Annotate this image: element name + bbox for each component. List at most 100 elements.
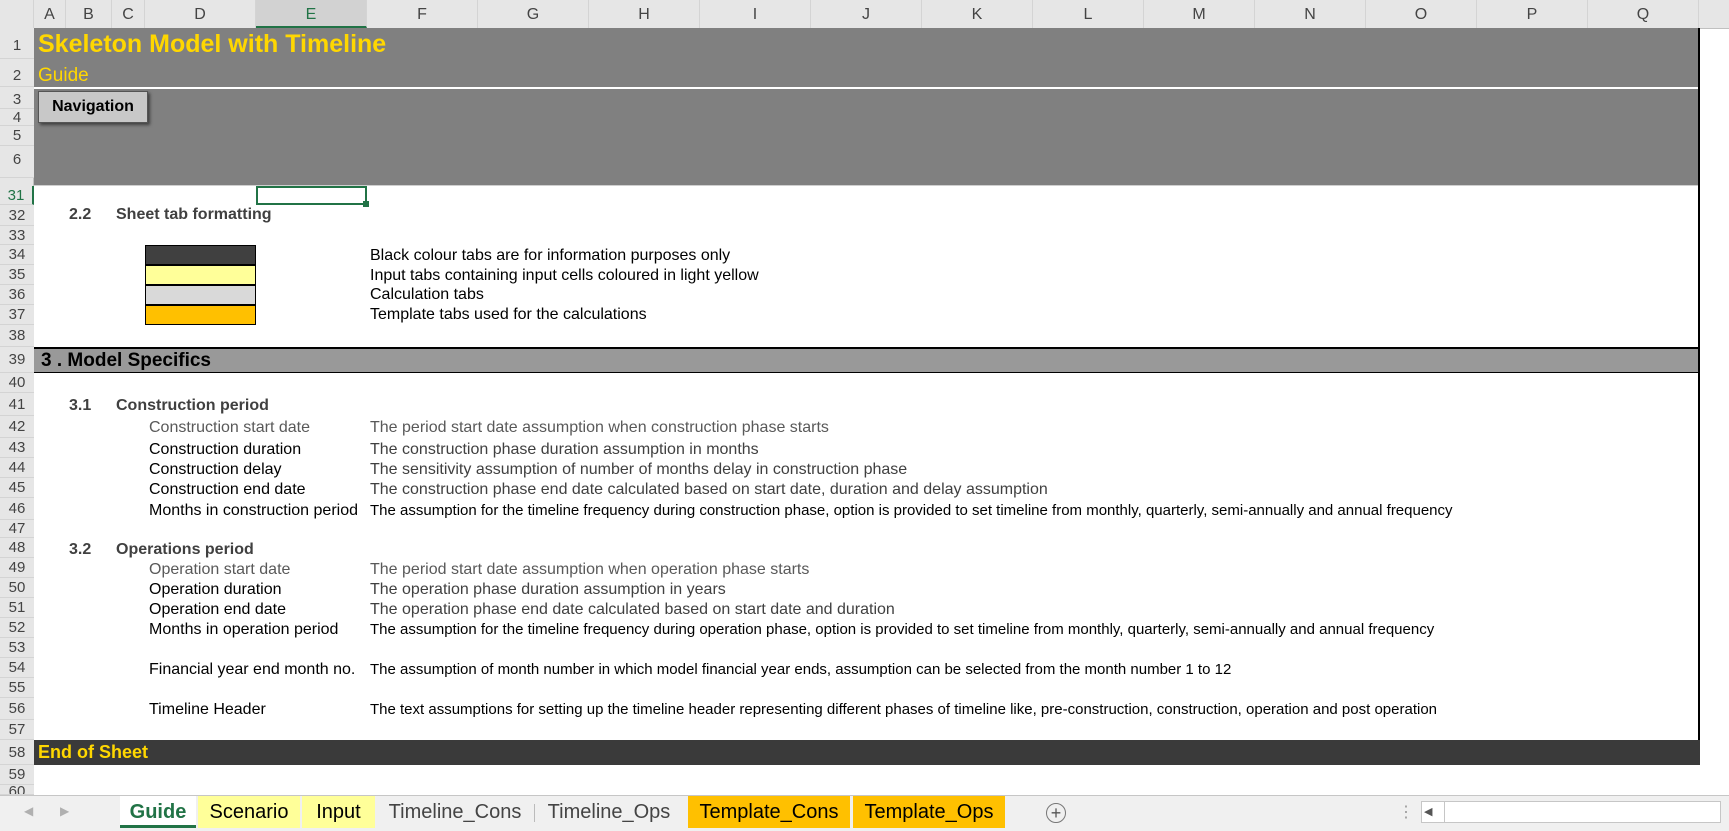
row-header[interactable]: 32	[0, 205, 34, 226]
tab-scroll-left-icon[interactable]: ◀	[24, 804, 33, 818]
item-label: Timeline Header	[149, 701, 266, 718]
sheet-subtitle: Guide	[38, 65, 89, 86]
row-header[interactable]: 36	[0, 285, 34, 305]
column-header[interactable]: A	[34, 0, 66, 28]
scrollbar-divider	[1444, 802, 1445, 822]
row-header[interactable]: 58	[0, 740, 34, 765]
tab-scroll-right-icon[interactable]: ▶	[60, 804, 69, 818]
column-header[interactable]: I	[700, 0, 811, 28]
tab-separator	[534, 804, 535, 822]
section-number: 3.1	[69, 397, 92, 414]
item-label: Construction start date	[149, 419, 310, 436]
row-header[interactable]: 42	[0, 416, 34, 438]
row-header[interactable]: 6	[0, 146, 34, 178]
column-header[interactable]: M	[1144, 0, 1255, 28]
row-header[interactable]: 1	[0, 28, 34, 59]
sheet-tab-bar: ◀ ▶ Guide Scenario Input Timeline_Cons T…	[0, 795, 1729, 831]
sheet-tab-input[interactable]: Input	[302, 796, 375, 828]
column-header[interactable]: J	[811, 0, 922, 28]
sheet-tab-timeline-cons[interactable]: Timeline_Cons	[378, 796, 532, 828]
sheet-tab-template-cons[interactable]: Template_Cons	[688, 796, 850, 828]
model-specifics-band	[34, 347, 1698, 373]
item-description: The construction phase duration assumpti…	[370, 441, 759, 458]
select-all-corner[interactable]	[0, 0, 34, 28]
section-title: Operations period	[116, 541, 254, 558]
column-header[interactable]: Q	[1588, 0, 1699, 28]
row-header[interactable]: 46	[0, 498, 34, 520]
row-header[interactable]: 35	[0, 265, 34, 285]
item-description: The period start date assumption when co…	[370, 419, 829, 436]
row-header[interactable]: 2	[0, 59, 34, 87]
sheet-tab-scenario[interactable]: Scenario	[198, 796, 300, 828]
row-header[interactable]: 47	[0, 520, 34, 538]
scroll-left-arrow-icon[interactable]: ◀	[1424, 805, 1438, 819]
add-sheet-icon[interactable]: +	[1046, 803, 1066, 823]
legend-text: Black colour tabs are for information pu…	[370, 247, 731, 264]
fill-handle[interactable]	[363, 201, 369, 207]
row-header[interactable]: 51	[0, 598, 34, 618]
row-header[interactable]: 60	[0, 785, 34, 795]
column-header[interactable]: B	[66, 0, 112, 28]
column-header[interactable]: P	[1477, 0, 1588, 28]
row-header[interactable]: 56	[0, 698, 34, 720]
row-header-selected[interactable]: 31	[0, 186, 34, 205]
row-header[interactable]: 57	[0, 720, 34, 740]
column-header[interactable]: C	[112, 0, 145, 28]
selected-cell[interactable]	[256, 186, 367, 205]
item-label: Construction duration	[149, 441, 302, 458]
item-description: The period start date assumption when op…	[370, 561, 810, 578]
column-header[interactable]: L	[1033, 0, 1144, 28]
column-header[interactable]: G	[478, 0, 589, 28]
row-header[interactable]: 43	[0, 438, 34, 458]
row-header[interactable]: 5	[0, 126, 34, 146]
item-label: Operation start date	[149, 561, 291, 578]
item-label: Financial year end month no.	[149, 661, 356, 678]
row-header[interactable]: 39	[0, 347, 34, 373]
navigation-button[interactable]: Navigation	[38, 91, 148, 123]
item-description: The assumption for the timeline frequenc…	[370, 621, 1435, 638]
tab-color-swatch-black	[145, 245, 256, 265]
horizontal-scrollbar[interactable]: ◀	[1421, 801, 1721, 823]
sheet-tab-template-ops[interactable]: Template_Ops	[853, 796, 1005, 828]
column-header[interactable]: K	[922, 0, 1033, 28]
row-header[interactable]: 40	[0, 373, 34, 393]
column-header[interactable]: H	[589, 0, 700, 28]
row-header[interactable]: 33	[0, 226, 34, 245]
row-header[interactable]: 34	[0, 245, 34, 265]
item-description: The assumption for the timeline frequenc…	[370, 502, 1453, 519]
row-header[interactable]: 45	[0, 478, 34, 498]
row-header[interactable]: 53	[0, 638, 34, 658]
row-header[interactable]: 59	[0, 765, 34, 785]
row-header[interactable]: 50	[0, 578, 34, 598]
column-header[interactable]: N	[1255, 0, 1366, 28]
column-header[interactable]: F	[367, 0, 478, 28]
sheet-tab-guide[interactable]: Guide	[120, 796, 196, 828]
tab-color-swatch-yellow	[145, 265, 256, 285]
row-header[interactable]: 37	[0, 305, 34, 325]
row-header[interactable]: 38	[0, 325, 34, 347]
column-header[interactable]: O	[1366, 0, 1477, 28]
column-header-selected[interactable]: E	[256, 0, 367, 28]
row-header[interactable]: 48	[0, 538, 34, 558]
sheet-tab-timeline-ops[interactable]: Timeline_Ops	[536, 796, 682, 828]
row-header[interactable]: 54	[0, 658, 34, 678]
tab-splitter-handle[interactable]: ⋮	[1398, 802, 1414, 822]
row-header[interactable]: 52	[0, 618, 34, 638]
item-description: The assumption of month number in which …	[370, 661, 1232, 678]
row-header[interactable]: 44	[0, 458, 34, 478]
item-description: The sensitivity assumption of number of …	[370, 461, 908, 478]
end-of-sheet-band	[34, 740, 1700, 765]
section-number: 3.2	[69, 541, 92, 558]
row-header[interactable]: 41	[0, 393, 34, 416]
navigation-band	[34, 89, 1698, 185]
row-header[interactable]: 4	[0, 109, 34, 126]
item-description: The operation phase duration assumption …	[370, 581, 726, 598]
section-title: Sheet tab formatting	[116, 206, 272, 223]
column-header[interactable]: D	[145, 0, 256, 28]
row-header[interactable]: 55	[0, 678, 34, 698]
row-header[interactable]: 3	[0, 87, 34, 109]
item-label: Construction end date	[149, 481, 306, 498]
content-right-border	[1698, 28, 1700, 740]
end-of-sheet-label: End of Sheet	[38, 742, 149, 762]
row-header[interactable]: 49	[0, 558, 34, 578]
